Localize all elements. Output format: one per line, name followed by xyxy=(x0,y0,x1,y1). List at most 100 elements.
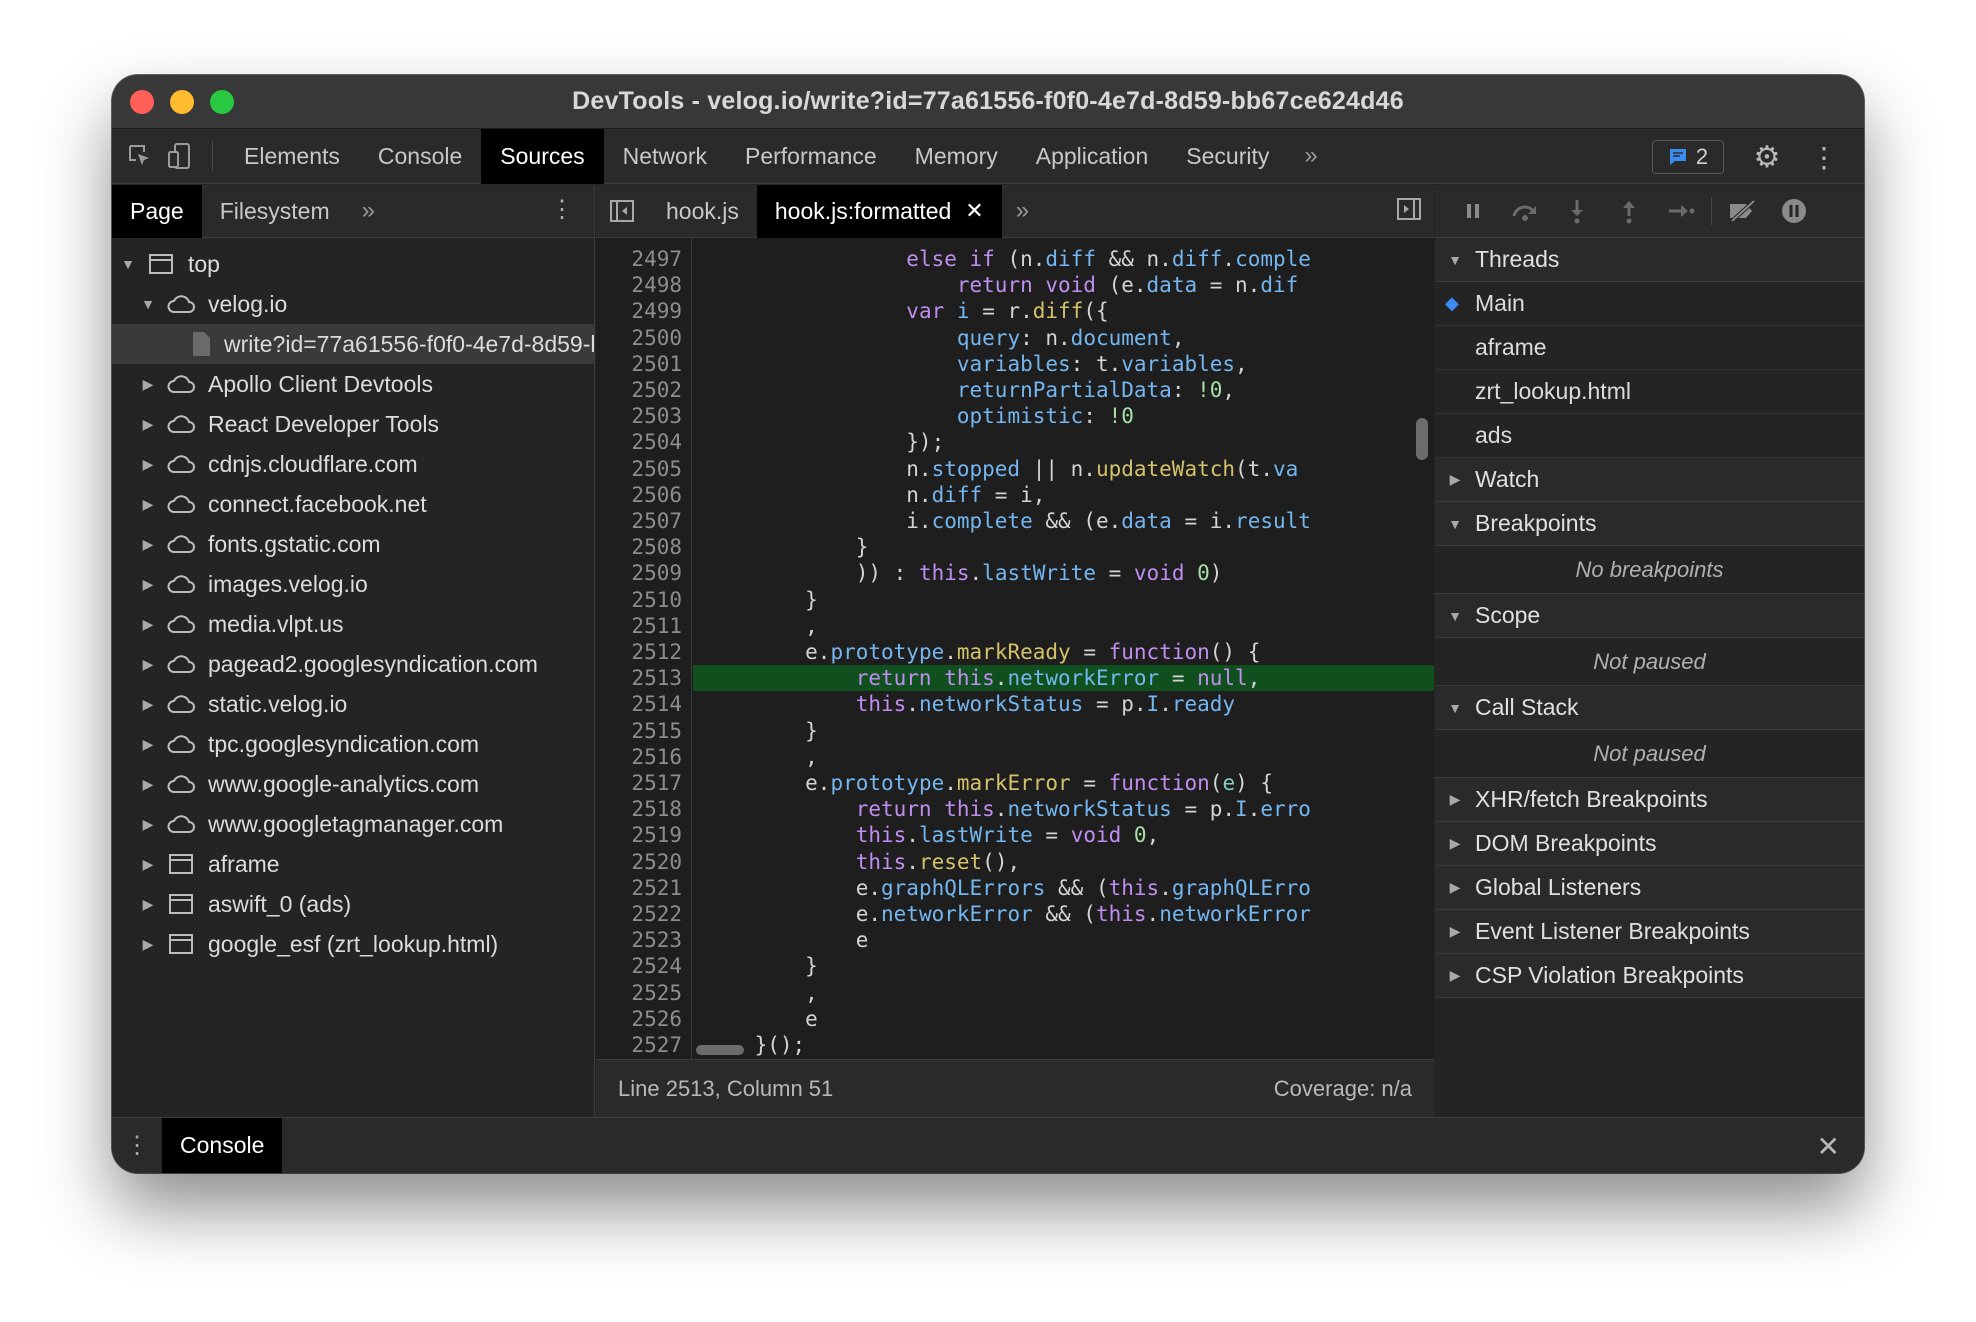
line-number[interactable]: 2523 xyxy=(596,927,682,953)
code-line[interactable]: 2502 returnPartialData: !0, xyxy=(596,377,1434,403)
close-window-button[interactable] xyxy=(130,90,154,114)
line-number[interactable]: 2506 xyxy=(596,482,682,508)
code-line[interactable]: 2507 i.complete && (e.data = i.result xyxy=(596,508,1434,534)
line-number[interactable]: 2513 xyxy=(596,665,682,691)
pause-on-exceptions-icon[interactable] xyxy=(1768,185,1820,238)
code-line[interactable]: 2497 else if (n.diff && n.diff.comple xyxy=(596,246,1434,272)
device-toolbar-icon[interactable] xyxy=(160,136,200,176)
expand-triangle-icon[interactable]: ▶ xyxy=(140,496,156,513)
thread-item[interactable]: ◆ Main xyxy=(1435,282,1864,326)
close-drawer-icon[interactable]: ✕ xyxy=(1817,1130,1840,1163)
code-line[interactable]: 2523 e xyxy=(596,927,1434,953)
more-tabs-button[interactable]: » xyxy=(1288,142,1333,170)
code-line[interactable]: 2499 var i = r.diff({ xyxy=(596,298,1434,324)
expand-triangle-icon[interactable]: ▶ xyxy=(140,616,156,633)
call-stack-section-header[interactable]: ▼ Call Stack xyxy=(1435,686,1864,730)
line-number[interactable]: 2502 xyxy=(596,377,682,403)
line-number[interactable]: 2518 xyxy=(596,796,682,822)
expand-triangle-icon[interactable]: ▶ xyxy=(140,936,156,953)
code-line[interactable]: 2498 return void (e.data = n.dif xyxy=(596,272,1434,298)
toggle-navigator-icon[interactable] xyxy=(596,185,648,238)
line-number[interactable]: 2517 xyxy=(596,770,682,796)
breakpoints-section-header[interactable]: ▼ Breakpoints xyxy=(1435,502,1864,546)
tab-console[interactable]: Console xyxy=(359,129,481,184)
code-line[interactable]: 2511 , xyxy=(596,613,1434,639)
tree-item[interactable]: ▶ media.vlpt.us xyxy=(112,604,594,644)
code-line[interactable]: 2506 n.diff = i, xyxy=(596,482,1434,508)
code-line[interactable]: 2525 , xyxy=(596,980,1434,1006)
line-number[interactable]: 2505 xyxy=(596,456,682,482)
code-line[interactable]: 2501 variables: t.variables, xyxy=(596,351,1434,377)
tab-hook-js[interactable]: hook.js xyxy=(648,185,757,238)
issues-counter[interactable]: 2 xyxy=(1652,140,1724,174)
line-number[interactable]: 2526 xyxy=(596,1006,682,1032)
expand-triangle-icon[interactable]: ▶ xyxy=(140,736,156,753)
tree-item[interactable]: ▶ connect.facebook.net xyxy=(112,484,594,524)
editor-more-tabs-button[interactable]: » xyxy=(1002,197,1043,225)
line-number[interactable]: 2525 xyxy=(596,980,682,1006)
line-number[interactable]: 2514 xyxy=(596,691,682,717)
expand-triangle-icon[interactable]: ▶ xyxy=(140,896,156,913)
step-over-icon[interactable] xyxy=(1499,185,1551,238)
dom-breakpoints-section-header[interactable]: ▶ DOM Breakpoints xyxy=(1435,822,1864,866)
code-line[interactable]: 2515 } xyxy=(596,718,1434,744)
inspect-element-icon[interactable] xyxy=(120,136,160,176)
code-line[interactable]: 2516 , xyxy=(596,744,1434,770)
line-number[interactable]: 2522 xyxy=(596,901,682,927)
tree-item[interactable]: ▶ www.googletagmanager.com xyxy=(112,804,594,844)
tree-item[interactable]: ▼ top xyxy=(112,244,594,284)
expand-triangle-icon[interactable]: ▶ xyxy=(140,416,156,433)
deactivate-breakpoints-icon[interactable] xyxy=(1716,185,1768,238)
tab-application[interactable]: Application xyxy=(1017,129,1168,184)
line-number[interactable]: 2516 xyxy=(596,744,682,770)
tab-sources[interactable]: Sources xyxy=(481,128,604,184)
step-into-icon[interactable] xyxy=(1551,185,1603,238)
thread-item[interactable]: aframe xyxy=(1435,326,1864,370)
line-number[interactable]: 2512 xyxy=(596,639,682,665)
code-area[interactable]: 2497 else if (n.diff && n.diff.comple 249… xyxy=(596,238,1434,1059)
code-line[interactable]: 2503 optimistic: !0 xyxy=(596,403,1434,429)
drawer-menu-icon[interactable]: ⋮ xyxy=(112,1131,162,1160)
line-number[interactable]: 2503 xyxy=(596,403,682,429)
tab-memory[interactable]: Memory xyxy=(896,129,1017,184)
expand-triangle-icon[interactable]: ▶ xyxy=(140,856,156,873)
line-number[interactable]: 2497 xyxy=(596,246,682,272)
expand-triangle-icon[interactable]: ▶ xyxy=(140,376,156,393)
code-line[interactable]: 2527 }(); xyxy=(596,1032,1434,1058)
tree-item[interactable]: ▶ fonts.gstatic.com xyxy=(112,524,594,564)
close-tab-icon[interactable]: ✕ xyxy=(965,198,983,224)
collapse-triangle-icon[interactable]: ▼ xyxy=(140,296,156,312)
tree-item[interactable]: ▶ aswift_0 (ads) xyxy=(112,884,594,924)
code-line[interactable]: 2500 query: n.document, xyxy=(596,325,1434,351)
tree-item[interactable]: ▶ images.velog.io xyxy=(112,564,594,604)
code-line[interactable]: 2505 n.stopped || n.updateWatch(t.va xyxy=(596,456,1434,482)
code-line[interactable]: 2508 } xyxy=(596,534,1434,560)
tree-item[interactable]: ▶ static.velog.io xyxy=(112,684,594,724)
coverage-status[interactable]: Coverage: n/a xyxy=(1274,1076,1412,1102)
tab-elements[interactable]: Elements xyxy=(225,129,359,184)
code-line[interactable]: 2517 e.prototype.markError = function(e)… xyxy=(596,770,1434,796)
tree-item[interactable]: ▶ google_esf (zrt_lookup.html) xyxy=(112,924,594,964)
line-number[interactable]: 2499 xyxy=(596,298,682,324)
thread-item[interactable]: ads xyxy=(1435,414,1864,458)
tree-item[interactable]: ▶ pagead2.googlesyndication.com xyxy=(112,644,594,684)
thread-item[interactable]: zrt_lookup.html xyxy=(1435,370,1864,414)
code-line[interactable]: 2526 e xyxy=(596,1006,1434,1032)
expand-triangle-icon[interactable]: ▶ xyxy=(140,456,156,473)
code-line[interactable]: 2513 return this.networkError = null, xyxy=(596,665,1434,691)
code-line[interactable]: 2522 e.networkError && (this.networkErro… xyxy=(596,901,1434,927)
code-line[interactable]: 2521 e.graphQLErrors && (this.graphQLErr… xyxy=(596,875,1434,901)
tree-item[interactable]: write?id=77a61556-f0f0-4e7d-8d59-bb67ce6… xyxy=(112,324,594,364)
code-line[interactable]: 2509 )) : this.lastWrite = void 0) xyxy=(596,560,1434,586)
drawer-tab-console[interactable]: Console xyxy=(162,1117,283,1173)
line-number[interactable]: 2498 xyxy=(596,272,682,298)
expand-triangle-icon[interactable]: ▶ xyxy=(140,776,156,793)
line-number[interactable]: 2521 xyxy=(596,875,682,901)
line-number[interactable]: 2508 xyxy=(596,534,682,560)
navigator-menu-icon[interactable]: ⋮ xyxy=(550,195,574,224)
line-number[interactable]: 2507 xyxy=(596,508,682,534)
csp-violation-breakpoints-section-header[interactable]: ▶ CSP Violation Breakpoints xyxy=(1435,954,1864,998)
code-line[interactable]: 2520 this.reset(), xyxy=(596,849,1434,875)
threads-section-header[interactable]: ▼ Threads xyxy=(1435,238,1864,282)
maximize-window-button[interactable] xyxy=(210,90,234,114)
